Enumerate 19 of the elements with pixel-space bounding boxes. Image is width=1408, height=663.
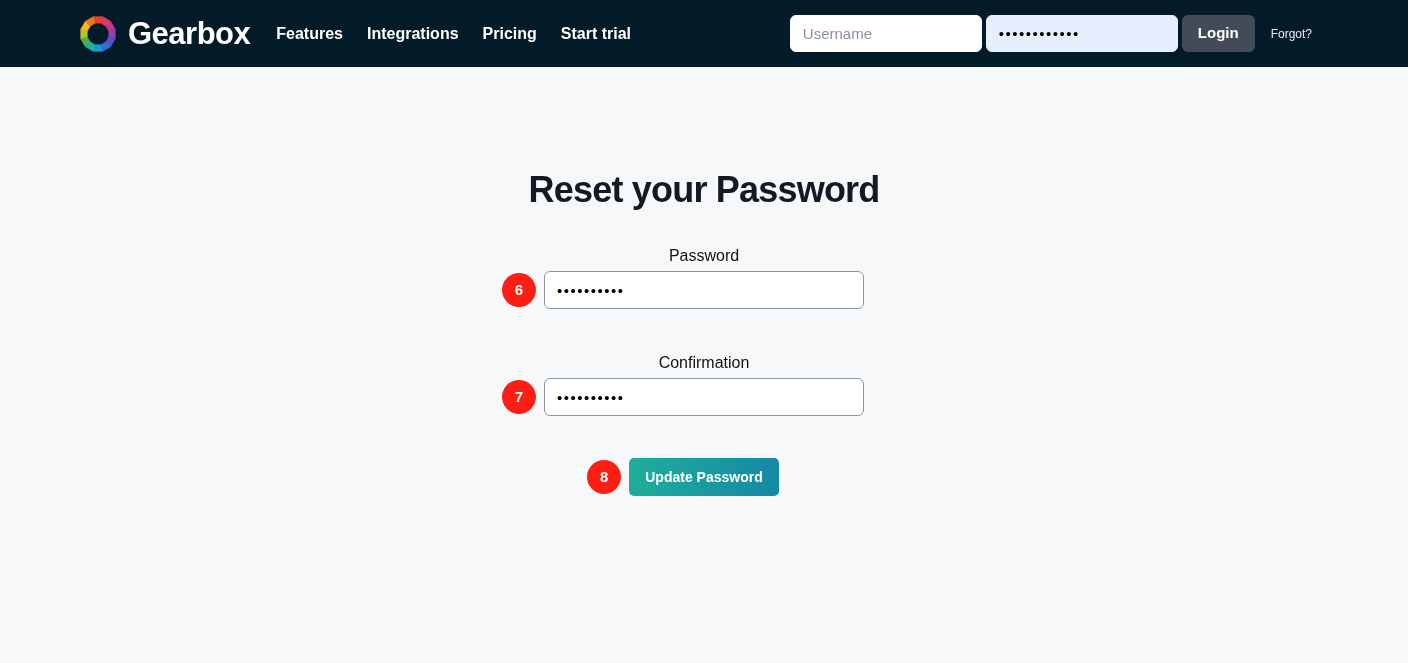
nav-link[interactable]: Pricing (482, 21, 537, 46)
page-title: Reset your Password (528, 168, 880, 212)
password-field[interactable]: •••••••••• (544, 378, 864, 417)
brand-link[interactable]: Gearbox (80, 15, 251, 52)
nav-link[interactable]: Integrations (367, 21, 459, 46)
number-marker: 8 (587, 460, 622, 495)
login-button[interactable]: Login (1181, 15, 1255, 52)
username-field[interactable]: Username (789, 15, 982, 52)
nav-link[interactable]: Start trial (560, 21, 632, 46)
forgot-link[interactable]: Forgot? (1270, 24, 1312, 43)
ring-icon (80, 15, 116, 52)
password-field[interactable]: •••••••••• (544, 271, 864, 310)
field-label: Password (668, 246, 740, 267)
number-marker: 6 (502, 273, 536, 308)
field-label: Confirmation (658, 353, 750, 374)
password-field[interactable]: •••••••••••• (985, 15, 1178, 52)
nav-link[interactable]: Features (276, 21, 343, 46)
number-marker: 7 (502, 380, 536, 415)
update-password-button[interactable]: Update Password (629, 458, 779, 497)
